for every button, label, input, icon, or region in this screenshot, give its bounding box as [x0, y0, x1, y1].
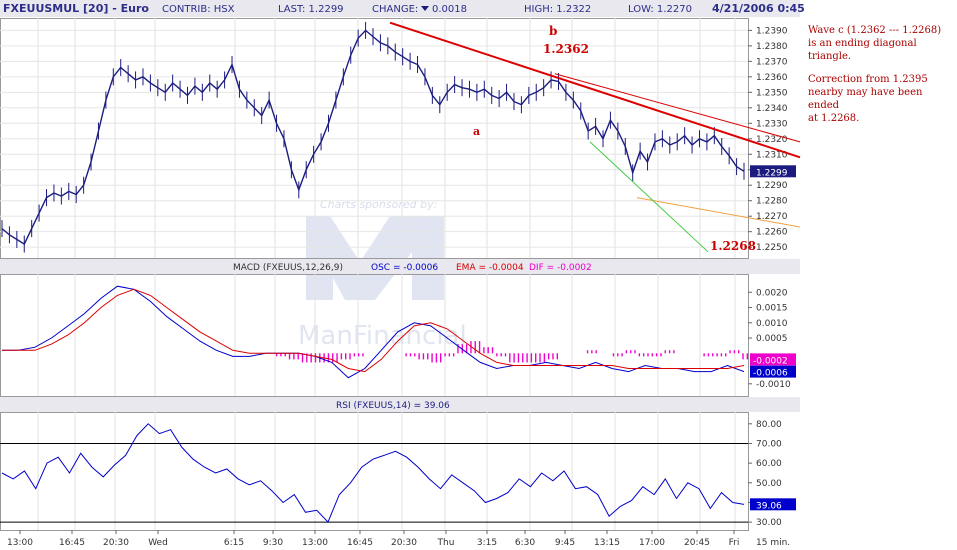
rsi-tick-label: 50.00 [756, 479, 782, 489]
note-correction-line2: nearby may have been ended [808, 87, 923, 111]
rsi-line [1, 423, 745, 524]
upper-trendline [389, 21, 801, 159]
price-tick-label: 1.2290 [756, 181, 788, 191]
macd-tick-label: 0.0005 [756, 334, 788, 344]
macd-tick-label: -0.0010 [756, 380, 791, 390]
macd-tick-label: 0.0010 [756, 319, 788, 329]
change-value: 0.0018 [432, 4, 467, 15]
price-tick-label: 1.2260 [756, 228, 788, 238]
price-tick-label: 1.2270 [756, 212, 788, 222]
time-tick-label: 20:30 [391, 538, 417, 548]
price-line [1, 29, 745, 246]
macd-tick-label: 0.0020 [756, 288, 788, 298]
high-text: HIGH: 1.2322 [524, 4, 591, 15]
rsi-tick-label: 60.00 [756, 459, 782, 469]
change-label: CHANGE: [372, 4, 418, 15]
sponsor-text: Charts sponsored by: [320, 198, 437, 211]
time-tick-label: 6:30 [515, 538, 535, 548]
time-tick-label: 13:15 [594, 538, 620, 548]
rsi-tick-label: 80.00 [756, 420, 782, 430]
macd-osc-value-label: -0.0006 [753, 369, 788, 379]
last-text: LAST: 1.2299 [278, 4, 344, 15]
time-tick-label: 13:00 [302, 538, 328, 548]
time-tick-label: 16:45 [347, 538, 373, 548]
rsi-last-value-label: 39.06 [756, 501, 782, 511]
price-tick-label: 1.2330 [756, 119, 788, 129]
macd-legend-ema: EMA = -0.0004 [456, 263, 524, 273]
time-tick-label: Fri [729, 538, 740, 548]
macd-legend-osc: OSC = -0.0006 [371, 263, 438, 273]
time-tick-label: 20:45 [684, 538, 710, 548]
time-axis: 15 min. 13:00 16:45 20:30 Wed 6:15 9:30 13:00 1… [7, 530, 790, 548]
price-tick-label: 1.2280 [756, 197, 788, 207]
brand-text: ManFinancial [298, 321, 467, 351]
symbol-title: FXEUUSMUL [20] - Euro [3, 2, 149, 15]
datetime-text: 4/21/2006 0:45 [712, 2, 805, 15]
price-tick-label: 1.2370 [756, 57, 788, 67]
price-tick-label: 1.2320 [756, 135, 788, 145]
note-correction-line3: at 1.2268. [808, 113, 860, 124]
time-tick-label: 6:15 [224, 538, 244, 548]
time-tick-label: 9:30 [263, 538, 283, 548]
time-tick-label: 13:00 [7, 538, 33, 548]
note-wave-line1: Wave c (1.2362 --- 1.2268) [808, 25, 942, 36]
macd-tick-label: 0.0015 [756, 304, 788, 314]
last-value-label: 1.2299 [756, 168, 788, 178]
panel-frames [0, 18, 749, 531]
panel-border-2 [0, 412, 749, 531]
rsi-tick-label: 30.00 [756, 518, 782, 528]
price-tick-label: 1.2380 [756, 42, 788, 52]
time-tick-label: Thu [437, 538, 455, 548]
chart-header: FXEUUSMUL [20] - Euro CONTRIB: HSX LAST:… [0, 0, 805, 17]
macd-legend-dif: DIF = -0.0002 [529, 263, 592, 273]
low-text: LOW: 1.2270 [628, 4, 692, 15]
wave-a-label: a [473, 125, 480, 138]
price-tick-label: 1.2390 [756, 26, 788, 36]
price-tick-label: 1.2350 [756, 88, 788, 98]
time-tick-label: Wed [148, 538, 168, 548]
contrib-text: CONTRIB: HSX [162, 4, 235, 15]
rsi-title: RSI (FXEUUS,14) = 39.06 [336, 401, 450, 411]
time-tick-label: 17:00 [639, 538, 665, 548]
time-tick-label: 20:30 [103, 538, 129, 548]
rsi-panel: RSI (FXEUUS,14) = 39.06 80.00 70.00 60.00 5… [0, 397, 800, 528]
rsi-tick-label: 70.00 [756, 439, 782, 449]
price-tick-label: 1.2250 [756, 243, 788, 253]
note-correction-line1: Correction from 1.2395 [808, 74, 928, 85]
time-unit-label: 15 min. [756, 538, 790, 548]
wave-c-price: 1.2268 [710, 239, 756, 253]
analysis-notes: Wave c (1.2362 --- 1.2268) is an ending … [808, 24, 954, 135]
price-tick-label: 1.2340 [756, 104, 788, 114]
time-tick-label: 9:45 [555, 538, 575, 548]
wave-b-label: b [549, 24, 557, 38]
macd-legend-title: MACD (FXEUUS,12,26,9) [233, 263, 343, 273]
time-tick-label: 3:15 [477, 538, 497, 548]
price-tick-label: 1.2360 [756, 73, 788, 83]
time-tick-label: 16:45 [59, 538, 85, 548]
macd-dif-value-label: -0.0002 [753, 356, 788, 366]
note-wave-line2: is an ending diagonal triangle. [808, 38, 917, 62]
wave-b-price: 1.2362 [543, 42, 589, 56]
